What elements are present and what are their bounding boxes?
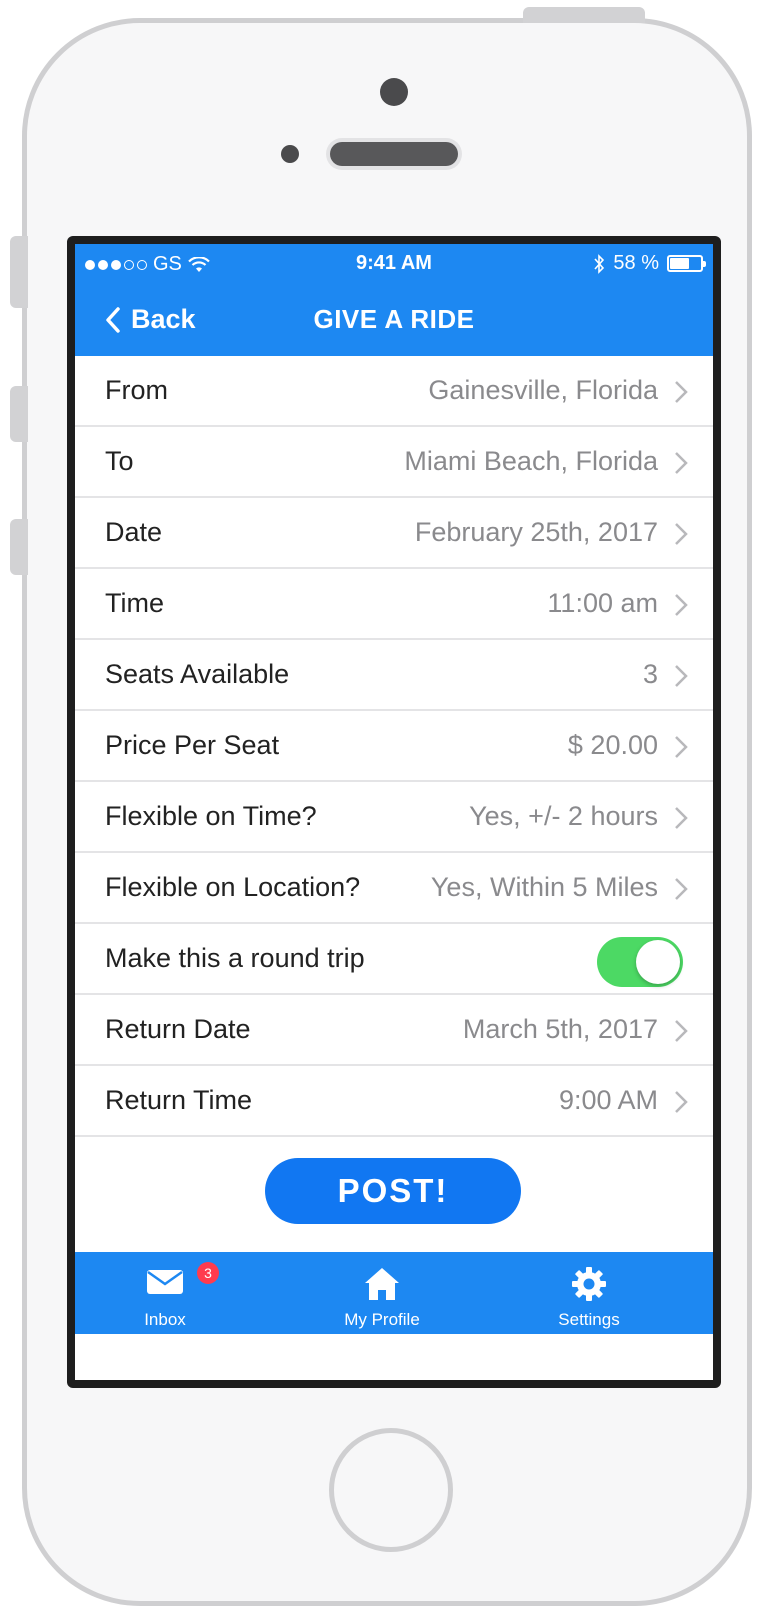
row-value: Miami Beach, Florida: [404, 446, 658, 476]
row-value: 11:00 am: [547, 588, 658, 618]
chevron-right-icon: [675, 736, 688, 758]
tab-bar: 3 Inbox My Profile Settings: [75, 1252, 713, 1334]
row-value: $ 20.00: [567, 730, 658, 760]
gear-icon: [572, 1267, 606, 1301]
app-display: GS 9:41 AM 58 % Back GIVE A RIDE From Ga…: [75, 244, 713, 1380]
row-label: From: [105, 375, 168, 405]
row-label: Flexible on Location?: [105, 872, 361, 902]
row-label: Return Date: [105, 1014, 251, 1044]
row-label: Seats Available: [105, 659, 290, 689]
ride-form: From Gainesville, Florida To Miami Beach…: [75, 356, 713, 1137]
tab-label: Settings: [558, 1310, 620, 1329]
row-price-per-seat[interactable]: Price Per Seat $ 20.00: [75, 711, 713, 782]
chevron-right-icon: [675, 594, 688, 616]
row-flexible-location[interactable]: Flexible on Location? Yes, Within 5 Mile…: [75, 853, 713, 924]
row-value: February 25th, 2017: [414, 517, 658, 547]
row-label: Return Time: [105, 1085, 253, 1115]
back-button[interactable]: Back: [105, 304, 196, 335]
row-value: Yes, Within 5 Miles: [430, 872, 658, 902]
row-flexible-time[interactable]: Flexible on Time? Yes, +/- 2 hours: [75, 782, 713, 853]
status-bar: GS 9:41 AM 58 %: [75, 244, 713, 284]
row-from[interactable]: From Gainesville, Florida: [75, 356, 713, 427]
chevron-right-icon: [675, 381, 688, 403]
chevron-right-icon: [675, 1020, 688, 1042]
navigation-bar: Back GIVE A RIDE: [75, 284, 713, 356]
tab-label: Inbox: [144, 1310, 186, 1329]
bluetooth-icon: [594, 253, 605, 274]
battery-icon: [667, 255, 706, 272]
row-value: Yes, +/- 2 hours: [469, 801, 658, 831]
inbox-badge: 3: [197, 1262, 219, 1284]
row-label: Price Per Seat: [105, 730, 280, 760]
post-button[interactable]: POST!: [265, 1158, 521, 1224]
row-date[interactable]: Date February 25th, 2017: [75, 498, 713, 569]
volume-down-button: [10, 519, 28, 575]
front-camera: [380, 78, 408, 106]
chevron-right-icon: [675, 1091, 688, 1113]
back-label: Back: [131, 304, 196, 334]
tab-my-profile[interactable]: My Profile: [312, 1252, 452, 1334]
row-to[interactable]: To Miami Beach, Florida: [75, 427, 713, 498]
proximity-sensor: [281, 145, 299, 163]
row-time[interactable]: Time 11:00 am: [75, 569, 713, 640]
chevron-left-icon: [106, 306, 120, 333]
status-right: 58 %: [593, 252, 706, 275]
earpiece-speaker: [330, 142, 458, 166]
tab-label: My Profile: [344, 1310, 420, 1329]
row-return-date[interactable]: Return Date March 5th, 2017: [75, 995, 713, 1066]
row-round-trip: Make this a round trip: [75, 924, 713, 995]
tab-inbox[interactable]: 3 Inbox: [95, 1252, 235, 1334]
row-value: Gainesville, Florida: [428, 375, 658, 405]
row-label: To: [105, 446, 134, 476]
chevron-right-icon: [675, 878, 688, 900]
chevron-right-icon: [675, 807, 688, 829]
row-label: Flexible on Time?: [105, 801, 317, 831]
home-button[interactable]: [329, 1428, 453, 1552]
row-label: Time: [105, 588, 164, 618]
row-value: 9:00 AM: [558, 1085, 658, 1115]
screen-bezel: GS 9:41 AM 58 % Back GIVE A RIDE From Ga…: [67, 236, 721, 1388]
row-seats-available[interactable]: Seats Available 3: [75, 640, 713, 711]
home-icon: [365, 1268, 399, 1300]
volume-up-button: [10, 386, 28, 442]
round-trip-toggle[interactable]: [597, 937, 683, 987]
battery-percent: 58 %: [613, 252, 659, 274]
row-label: Make this a round trip: [105, 943, 365, 973]
row-return-time[interactable]: Return Time 9:00 AM: [75, 1066, 713, 1137]
chevron-right-icon: [675, 665, 688, 687]
envelope-icon: [147, 1270, 183, 1294]
row-value: 3: [642, 659, 658, 689]
row-label: Date: [105, 517, 163, 547]
power-button: [523, 7, 645, 23]
row-value: March 5th, 2017: [462, 1014, 658, 1044]
mute-switch: [10, 236, 28, 308]
tab-settings[interactable]: Settings: [519, 1252, 659, 1334]
chevron-right-icon: [675, 523, 688, 545]
chevron-right-icon: [675, 452, 688, 474]
